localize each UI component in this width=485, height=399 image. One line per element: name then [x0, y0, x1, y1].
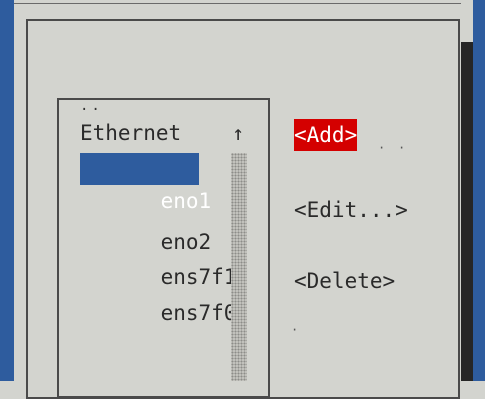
scroll-up-arrow-icon[interactable]: ↑ — [232, 117, 244, 149]
delete-button[interactable]: <Delete> — [294, 265, 395, 297]
stray-dot: · — [378, 141, 386, 155]
stray-dot: · — [291, 323, 299, 337]
terminal-screen: .. Ethernet ↑ eno1 eno2 ens7f1 ens7f0 <A… — [0, 0, 485, 399]
dialog-shadow — [461, 42, 473, 381]
stray-dot: · — [398, 141, 406, 155]
dialog-top-edge — [14, 3, 461, 4]
list-item-label: ens7f0 — [160, 301, 237, 325]
list-item-ens7f0[interactable]: ens7f0 — [110, 265, 237, 325]
list-item-eno1[interactable]: eno1 — [80, 153, 211, 213]
terminal-background-left — [0, 0, 14, 381]
list-item-eno2[interactable]: eno2 — [110, 194, 212, 254]
add-button[interactable]: <Add> — [294, 119, 358, 151]
edit-button[interactable]: <Edit...> — [294, 194, 408, 226]
list-header-ethernet: Ethernet — [80, 121, 182, 145]
list-scroll-marker: .. — [80, 98, 103, 114]
terminal-background-right — [473, 0, 485, 381]
list-scrollbar[interactable] — [231, 153, 247, 381]
list-item-ens7f1[interactable]: ens7f1 — [110, 229, 237, 289]
